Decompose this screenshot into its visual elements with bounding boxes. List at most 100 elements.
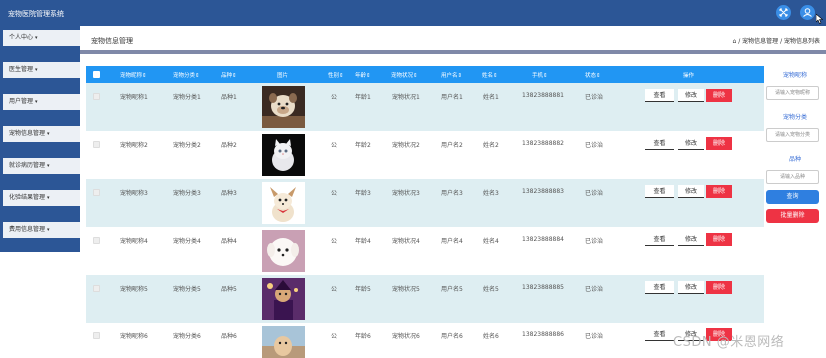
breadcrumb: ⌂ / 宠物信息管理 / 宠物信息列表 bbox=[732, 36, 820, 45]
sidebar-item-label: 费用信息管理 bbox=[9, 226, 46, 233]
user-icon[interactable] bbox=[800, 5, 815, 20]
col-header-phone[interactable]: 手机⇕ bbox=[532, 71, 548, 79]
table-row: 宠物昵称6 宠物分类6 品种6 公 年龄6 宠物状况6 用户名6 姓名6 138… bbox=[86, 323, 764, 358]
col-header-state[interactable]: 状态⇕ bbox=[585, 71, 601, 79]
table-row: 宠物昵称5 宠物分类5 品种5 公 年龄5 宠物状况5 用户名5 姓名5 138… bbox=[86, 275, 764, 323]
view-button[interactable]: 查看 bbox=[645, 185, 674, 198]
col-header-pet-status[interactable]: 宠物状况⇕ bbox=[391, 71, 418, 79]
breed-search-input[interactable]: 请输入品种 bbox=[766, 170, 819, 184]
col-header-nick[interactable]: 宠物昵称⇕ bbox=[120, 71, 147, 79]
sidebar-item-label: 就诊病历管理 bbox=[9, 162, 46, 169]
cell-state: 已诊治 bbox=[585, 238, 604, 245]
filter-label-nick: 宠物昵称 bbox=[782, 72, 807, 79]
cell-phone: 13823888884 bbox=[522, 236, 564, 243]
select-all-checkbox[interactable] bbox=[93, 71, 100, 78]
cell-gender: 公 bbox=[331, 94, 338, 101]
delete-button[interactable]: 删除 bbox=[706, 137, 732, 150]
edit-button[interactable]: 修改 bbox=[678, 137, 704, 150]
cell-username: 用户名2 bbox=[441, 142, 463, 149]
nick-search-input[interactable]: 请输入宠物昵称 bbox=[766, 86, 819, 100]
row-checkbox[interactable] bbox=[93, 332, 100, 339]
cell-breed: 品种2 bbox=[221, 142, 237, 149]
sidebar-item-lab-results[interactable]: 化验结果管理 ▾ bbox=[3, 190, 80, 206]
sidebar-item-fees[interactable]: 费用信息管理 ▾ bbox=[3, 222, 80, 238]
delete-button[interactable]: 删除 bbox=[706, 233, 732, 246]
cell-nick: 宠物昵称5 bbox=[120, 286, 148, 293]
sidebar-item-pets[interactable]: 宠物信息管理 ▾ bbox=[3, 126, 80, 142]
expand-arrows-icon[interactable] bbox=[776, 5, 791, 20]
sidebar-item-medical-records[interactable]: 就诊病历管理 ▾ bbox=[3, 158, 80, 174]
category-search-input[interactable]: 请输入宠物分类 bbox=[766, 128, 819, 142]
sidebar-item-doctors[interactable]: 医生管理 ▾ bbox=[3, 62, 80, 78]
view-button[interactable]: 查看 bbox=[645, 137, 674, 150]
cell-age: 年龄4 bbox=[355, 238, 371, 245]
col-header-name[interactable]: 姓名⇕ bbox=[482, 71, 498, 79]
cell-age: 年龄2 bbox=[355, 142, 371, 149]
view-button[interactable]: 查看 bbox=[645, 89, 674, 102]
view-button[interactable]: 查看 bbox=[645, 328, 674, 341]
chevron-down-icon: ▾ bbox=[35, 99, 38, 105]
sidebar-item-personal-center[interactable]: 个人中心 ▾ bbox=[3, 30, 80, 46]
view-button[interactable]: 查看 bbox=[645, 233, 674, 246]
delete-button[interactable]: 删除 bbox=[706, 185, 732, 198]
col-header-breed[interactable]: 品种⇕ bbox=[221, 71, 237, 79]
col-header-category[interactable]: 宠物分类⇕ bbox=[173, 71, 200, 79]
cell-phone: 13823888881 bbox=[522, 92, 564, 99]
col-header-gender[interactable]: 性别⇕ bbox=[328, 71, 344, 79]
sidebar-item-label: 医生管理 bbox=[9, 66, 34, 73]
top-bar: 宠物医院管理系统 bbox=[0, 0, 826, 26]
chevron-down-icon: ▾ bbox=[47, 131, 50, 137]
edit-button[interactable]: 修改 bbox=[678, 89, 704, 102]
sidebar-item-users[interactable]: 用户管理 ▾ bbox=[3, 94, 80, 110]
cell-pet-status: 宠物状况5 bbox=[392, 286, 420, 293]
cell-gender: 公 bbox=[331, 190, 338, 197]
cell-breed: 品种5 bbox=[221, 286, 237, 293]
col-header-username[interactable]: 用户名⇕ bbox=[441, 71, 462, 79]
pet-photo-white-puppy bbox=[262, 230, 305, 272]
chevron-down-icon: ▾ bbox=[47, 227, 50, 233]
cell-breed: 品种4 bbox=[221, 238, 237, 245]
cell-username: 用户名6 bbox=[441, 333, 463, 340]
cell-pet-status: 宠物状况6 bbox=[392, 333, 420, 340]
cell-phone: 13823888883 bbox=[522, 188, 564, 195]
sidebar-item-label: 化验结果管理 bbox=[9, 194, 46, 201]
cell-gender: 公 bbox=[331, 142, 338, 149]
row-checkbox[interactable] bbox=[93, 189, 100, 196]
page-header: 宠物信息管理 ⌂ / 宠物信息管理 / 宠物信息列表 bbox=[80, 26, 826, 50]
cell-breed: 品种3 bbox=[221, 190, 237, 197]
cell-age: 年龄6 bbox=[355, 333, 371, 340]
row-checkbox[interactable] bbox=[93, 93, 100, 100]
table-row: 宠物昵称2 宠物分类2 品种2 公 年龄2 宠物状况2 用户名2 姓名2 138… bbox=[86, 131, 764, 179]
breadcrumb-path[interactable]: 宠物信息管理 / 宠物信息列表 bbox=[742, 38, 820, 45]
home-icon[interactable]: ⌂ bbox=[732, 38, 736, 45]
table-row: 宠物昵称4 宠物分类4 品种4 公 年龄4 宠物状况4 用户名4 姓名4 138… bbox=[86, 227, 764, 275]
cell-name: 姓名2 bbox=[483, 142, 499, 149]
cell-category: 宠物分类1 bbox=[173, 94, 201, 101]
app-title: 宠物医院管理系统 bbox=[8, 10, 64, 18]
edit-button[interactable]: 修改 bbox=[678, 233, 704, 246]
batch-delete-button[interactable]: 批量删除 bbox=[766, 209, 819, 223]
delete-button[interactable]: 删除 bbox=[706, 89, 732, 102]
cell-category: 宠物分类6 bbox=[173, 333, 201, 340]
edit-button[interactable]: 修改 bbox=[678, 281, 704, 294]
delete-button[interactable]: 删除 bbox=[706, 281, 732, 294]
cell-state: 已诊治 bbox=[585, 142, 604, 149]
cell-pet-status: 宠物状况3 bbox=[392, 190, 420, 197]
col-header-age[interactable]: 年龄⇕ bbox=[355, 71, 371, 79]
breadcrumb-sep: / bbox=[738, 38, 741, 45]
view-button[interactable]: 查看 bbox=[645, 281, 674, 294]
row-checkbox[interactable] bbox=[93, 237, 100, 244]
table-header: 宠物昵称⇕ 宠物分类⇕ 品种⇕ 图片 性别⇕ 年龄⇕ 宠物状况⇕ 用户名⇕ 姓名… bbox=[86, 66, 764, 83]
pet-photo-bulldog bbox=[262, 86, 305, 128]
mouse-cursor-icon bbox=[816, 14, 823, 24]
cell-breed: 品种6 bbox=[221, 333, 237, 340]
row-checkbox[interactable] bbox=[93, 141, 100, 148]
search-button[interactable]: 查询 bbox=[766, 190, 819, 204]
col-header-actions: 操作 bbox=[683, 73, 695, 79]
row-checkbox[interactable] bbox=[93, 285, 100, 292]
edit-button[interactable]: 修改 bbox=[678, 185, 704, 198]
cell-nick: 宠物昵称1 bbox=[120, 94, 148, 101]
sidebar: 个人中心 ▾ 医生管理 ▾ 用户管理 ▾ 宠物信息管理 ▾ 就诊病历管理 ▾ 化验结果管理… bbox=[0, 26, 80, 252]
cell-state: 已诊治 bbox=[585, 333, 604, 340]
cell-state: 已诊治 bbox=[585, 286, 604, 293]
